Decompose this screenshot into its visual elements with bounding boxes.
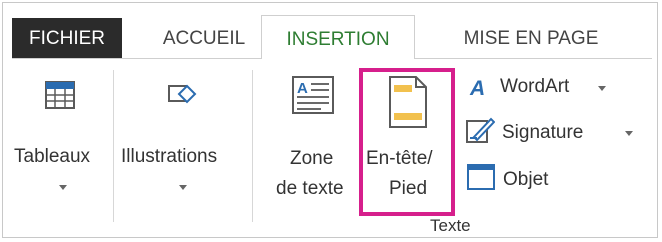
wordart-label: WordArt: [500, 76, 570, 97]
separator: [113, 70, 114, 222]
svg-text:A: A: [469, 77, 485, 99]
wordart-dropdown-icon: [598, 86, 606, 91]
tab-fichier[interactable]: FICHIER: [12, 18, 122, 59]
group-label-texte: Texte: [430, 216, 471, 235]
separator: [252, 70, 253, 222]
table-icon: [44, 80, 76, 115]
signature-label: Signature: [502, 122, 584, 143]
tableaux-label: Tableaux: [14, 146, 91, 167]
signature-dropdown-icon: [625, 131, 633, 136]
wordart-icon: A: [468, 75, 492, 104]
svg-text:A: A: [297, 80, 308, 97]
text-box-icon: A: [291, 75, 335, 120]
shapes-icon: [166, 80, 200, 115]
illustrations-label: Illustrations: [121, 146, 218, 167]
illustrations-dropdown-icon: [179, 185, 187, 190]
tab-accueil[interactable]: ACCUEIL: [152, 18, 256, 59]
objet-label: Objet: [503, 169, 549, 190]
zone-de-texte-label-1: Zone: [290, 148, 334, 169]
tab-mise-en-page[interactable]: MISE EN PAGE: [446, 18, 616, 59]
tableaux-dropdown-icon: [59, 185, 67, 190]
zone-de-texte-label-2: de texte: [276, 178, 344, 199]
signature-line-icon: [465, 115, 496, 150]
highlight-box: [359, 68, 455, 216]
tab-insertion[interactable]: INSERTION: [261, 15, 415, 59]
object-icon: [466, 163, 496, 196]
